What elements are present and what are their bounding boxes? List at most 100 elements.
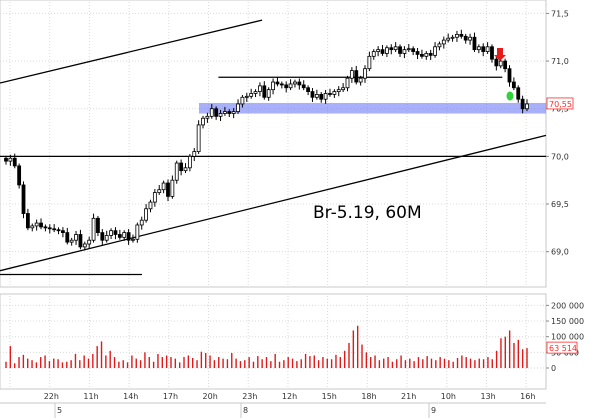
candle-up bbox=[424, 53, 429, 57]
volume-axis: 200 000150 000100 00050 000063 514 bbox=[546, 301, 584, 373]
candle-up bbox=[258, 85, 262, 92]
candle-up bbox=[253, 91, 258, 94]
candle-up bbox=[161, 182, 166, 191]
candle-up bbox=[288, 83, 293, 89]
price-axis: 71,571,070,570,069,569,070,55 bbox=[546, 9, 574, 257]
candle-down bbox=[113, 230, 118, 235]
candle-down bbox=[301, 84, 306, 89]
last-volume-label: 63 514 bbox=[549, 344, 577, 353]
candle-up bbox=[144, 208, 149, 221]
candle-up bbox=[205, 115, 210, 119]
candle-up bbox=[393, 46, 398, 51]
date-label: 9 bbox=[431, 406, 436, 415]
candle-up bbox=[363, 68, 367, 79]
price-tick-label: 71,5 bbox=[551, 9, 569, 18]
candle-up bbox=[446, 37, 451, 41]
candle-down bbox=[481, 46, 486, 52]
time-tick-label: 22h bbox=[44, 392, 59, 401]
candle-down bbox=[428, 53, 433, 56]
candle-up bbox=[437, 43, 442, 48]
chart-annotation: Br-5.19, 60M bbox=[313, 203, 422, 223]
last-price-label: 70,55 bbox=[549, 100, 572, 109]
candle-down bbox=[61, 230, 65, 233]
candle-up bbox=[349, 70, 354, 79]
candle-up bbox=[384, 47, 389, 54]
candle-up bbox=[367, 55, 372, 70]
candle-up bbox=[498, 60, 503, 67]
candle-down bbox=[25, 213, 30, 229]
candle-down bbox=[43, 226, 48, 229]
candle-up bbox=[345, 77, 350, 89]
time-tick-label: 23h bbox=[242, 392, 257, 401]
support-zone bbox=[199, 102, 546, 114]
candle-up bbox=[183, 167, 188, 172]
candle-up bbox=[104, 235, 109, 241]
time-tick-label: 16h bbox=[520, 392, 535, 401]
price-tick-label: 69,5 bbox=[551, 200, 569, 209]
candle-down bbox=[398, 46, 402, 54]
candle-up bbox=[341, 87, 346, 91]
candle-down bbox=[420, 54, 424, 57]
candle-up bbox=[358, 77, 363, 83]
volume-tick-label: 150 000 bbox=[551, 317, 584, 326]
candle-down bbox=[12, 157, 17, 167]
volume-tick-label: 100 000 bbox=[551, 333, 584, 342]
candle-up bbox=[231, 111, 236, 114]
candle-up bbox=[174, 162, 179, 181]
candle-up bbox=[196, 124, 201, 152]
candlestick-chart: 71,571,070,570,069,569,070,55 200 000150… bbox=[0, 0, 584, 418]
time-tick-label: 17h bbox=[163, 392, 178, 401]
candle-up bbox=[525, 103, 529, 110]
price-tick-label: 71,0 bbox=[551, 57, 569, 66]
candle-up bbox=[485, 46, 490, 52]
candle-up bbox=[201, 117, 205, 126]
candle-down bbox=[227, 111, 232, 114]
candle-up bbox=[170, 179, 175, 197]
candle-up bbox=[192, 151, 197, 157]
candle-up bbox=[30, 225, 35, 229]
candle-down bbox=[494, 58, 499, 67]
candle-down bbox=[39, 222, 43, 228]
candle-up bbox=[441, 39, 446, 45]
candle-down bbox=[65, 232, 70, 243]
candle-up bbox=[135, 224, 140, 240]
candle-up bbox=[323, 93, 328, 100]
candle-up bbox=[74, 234, 78, 241]
candle-up bbox=[476, 46, 481, 51]
candle-down bbox=[100, 232, 105, 241]
candle-up bbox=[223, 111, 227, 114]
candle-up bbox=[157, 189, 162, 193]
candle-up bbox=[236, 103, 240, 112]
candle-up bbox=[271, 81, 275, 91]
candle-down bbox=[126, 232, 131, 241]
candle-up bbox=[148, 201, 153, 210]
candle-down bbox=[297, 81, 302, 86]
price-tick-label: 70,0 bbox=[551, 152, 569, 161]
candle-down bbox=[490, 46, 494, 60]
candle-up bbox=[87, 239, 92, 245]
candle-down bbox=[275, 81, 280, 85]
candle-down bbox=[17, 165, 22, 186]
candle-up bbox=[336, 89, 341, 92]
candle-up bbox=[218, 113, 223, 117]
time-tick-label: 21h bbox=[401, 392, 416, 401]
candle-down bbox=[4, 157, 8, 162]
candle-up bbox=[187, 155, 192, 169]
candle-down bbox=[306, 87, 310, 92]
candle-up bbox=[450, 36, 455, 39]
candle-up bbox=[406, 48, 411, 51]
time-tick-label: 15h bbox=[322, 392, 337, 401]
candle-down bbox=[179, 162, 184, 172]
candle-down bbox=[284, 84, 289, 89]
volume-tick-label: 200 000 bbox=[551, 301, 584, 310]
candle-down bbox=[47, 227, 52, 230]
candle-down bbox=[262, 85, 267, 98]
candle-up bbox=[249, 93, 254, 97]
candle-down bbox=[96, 217, 100, 233]
time-tick-label: 10h bbox=[441, 392, 456, 401]
candle-down bbox=[380, 49, 385, 54]
volume-tick-label: 0 bbox=[551, 364, 556, 373]
candle-up bbox=[376, 49, 381, 52]
candle-up bbox=[266, 89, 271, 98]
candle-down bbox=[117, 234, 122, 238]
